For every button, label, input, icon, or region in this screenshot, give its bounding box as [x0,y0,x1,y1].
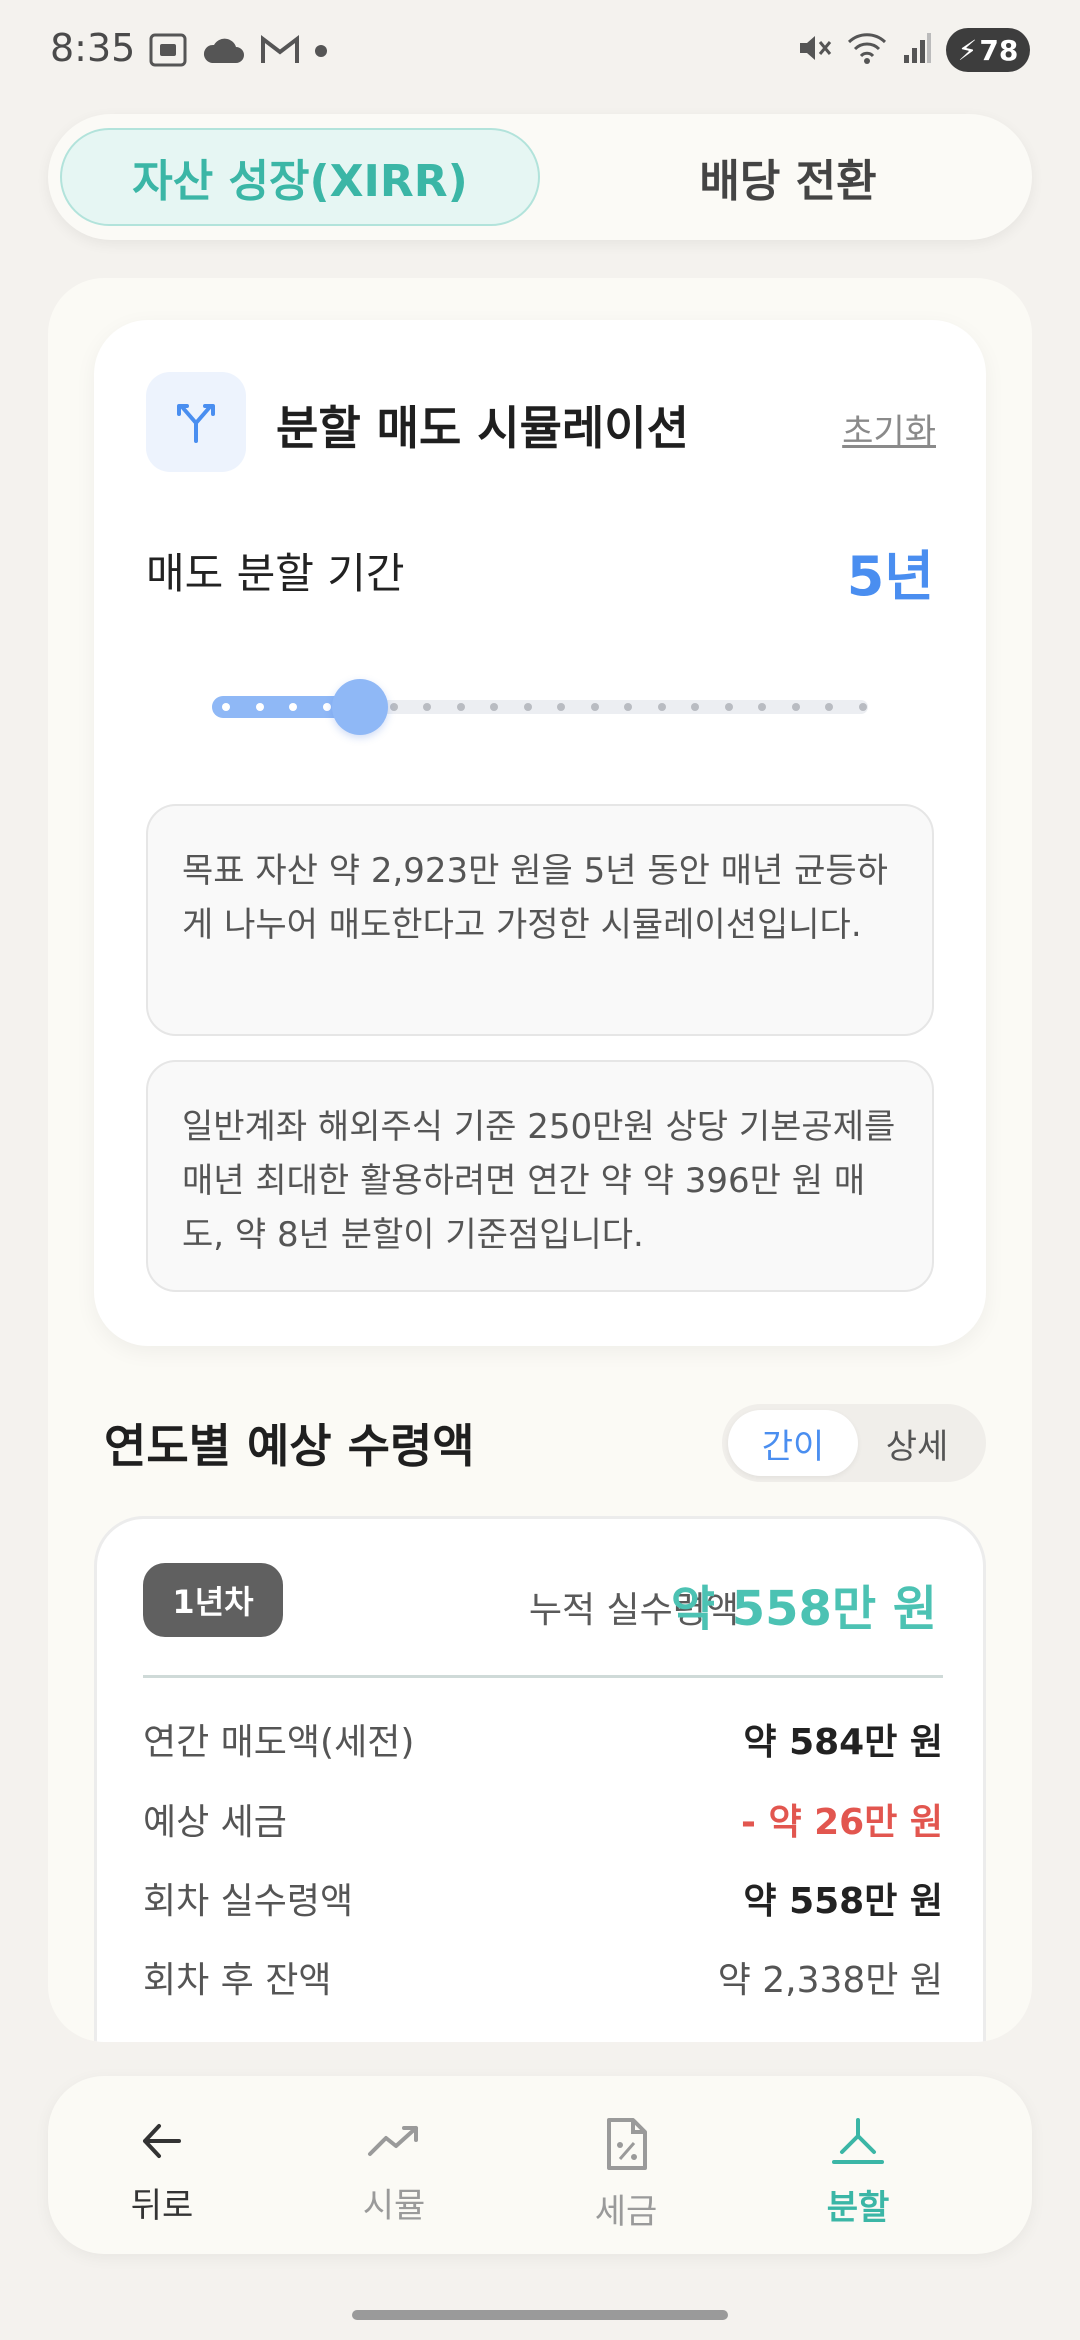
slider-step-dot [557,703,565,711]
row-value: 약 558만 원 [743,1881,943,1922]
toggle-detail[interactable]: 상세 [852,1410,982,1476]
slider-step-dot [758,703,766,711]
slider-step-dot [724,703,733,711]
slider-step-dot [322,703,331,711]
view-toggle: 간이 상세 [722,1404,986,1482]
simulation-title: 분할 매도 시뮬레이션 [276,401,689,455]
split-sell-simulation-card: 분할 매도 시뮬레이션 초기화 매도 분할 기간 5년 목표 자산 약 2,92… [94,320,986,1346]
slider-step-dot [255,703,264,711]
slider-step-dot [791,703,800,711]
simulation-note: 목표 자산 약 2,923만 원을 5년 동안 매년 균등하게 나누어 매도한다… [146,804,934,1036]
year-card: 1년차 누적 실수령액 약 558만 원 연간 매도액(세전) 약 584만 원… [94,1516,986,2042]
nav-simulation[interactable]: 시뮬 [314,2116,474,2226]
period-slider[interactable] [212,676,868,736]
period-value: 5년 [846,545,934,608]
status-bar: 8:35 ⚡ 78 [0,0,1080,100]
nav-back[interactable]: 뒤로 [82,2116,242,2226]
row-remaining-balance: 회차 후 잔액 약 2,338만 원 [143,1951,943,2011]
screenshot-icon [148,32,188,72]
period-label: 매도 분할 기간 [146,549,405,598]
nav-split[interactable]: 분할 [778,2116,938,2228]
trend-up-icon [366,2116,422,2170]
slider-step-dot [691,703,699,711]
dot-icon [314,43,328,62]
slider-step-dot [289,703,297,711]
nav-label: 시뮬 [362,2186,426,2226]
slider-step-dot [423,703,431,711]
tax-document-icon [601,2116,651,2176]
row-value: 약 2,338만 원 [717,1960,943,2001]
nav-tax[interactable]: 세금 [546,2116,706,2232]
split-icon [830,2116,886,2172]
status-time: 8:35 [50,26,136,70]
signal-icon [902,31,932,69]
slider-step-dot [590,703,599,711]
row-expected-tax: 예상 세금 - 약 26만 원 [143,1793,943,1853]
row-label: 연간 매도액(세전) [143,1722,415,1763]
nav-label: 세금 [594,2192,658,2232]
home-indicator [352,2310,728,2320]
gmail-icon [260,34,300,70]
mode-tabs: 자산 성장(XIRR) 배당 전환 [48,114,1032,240]
row-value: - 약 26만 원 [741,1802,943,1843]
deduction-note: 일반계좌 해외주식 기준 250만원 상당 기본공제를 매년 최대한 활용하려면… [146,1060,934,1292]
wifi-icon [846,30,888,70]
tab-dividend-conversion[interactable]: 배당 전환 [548,128,1028,226]
split-arrows-icon [146,372,246,472]
nav-label: 분할 [826,2188,890,2228]
row-value: 약 584만 원 [743,1722,943,1763]
cloud-icon [202,35,246,69]
slider-step-dot [825,703,833,711]
divider [143,1675,943,1678]
mute-icon [796,30,832,70]
main-panel: 분할 매도 시뮬레이션 초기화 매도 분할 기간 5년 목표 자산 약 2,92… [48,278,1032,2042]
bottom-nav: 뒤로 시뮬 세금 분할 [48,2076,1032,2254]
slider-step-dot [657,703,666,711]
row-label: 회차 실수령액 [143,1881,354,1922]
toggle-simple[interactable]: 간이 [728,1410,858,1476]
slider-thumb[interactable] [332,679,388,735]
slider-step-dot [858,703,867,711]
slider-step-dot [389,703,398,711]
slider-step-dot [624,703,632,711]
tab-asset-growth[interactable]: 자산 성장(XIRR) [60,128,540,226]
back-arrow-icon [137,2116,187,2170]
nav-label: 뒤로 [130,2186,194,2226]
year-badge: 1년차 [143,1563,283,1637]
slider-step-dot [456,703,465,711]
row-net-proceeds: 회차 실수령액 약 558만 원 [143,1872,943,1932]
row-annual-sale: 연간 매도액(세전) 약 584만 원 [143,1713,943,1773]
slider-step-dot [222,703,230,711]
slider-step-dot [490,703,498,711]
battery-charging-icon: ⚡ 78 [946,28,1030,72]
battery-level: 78 [979,33,1019,67]
row-label: 예상 세금 [143,1802,287,1843]
slider-step-dot [523,703,532,711]
reset-button[interactable]: 초기화 [842,404,936,453]
row-label: 회차 후 잔액 [143,1960,332,2001]
cumulative-value: 약 558만 원 [670,1581,937,1637]
yearly-section-title: 연도별 예상 수령액 [104,1419,475,1473]
